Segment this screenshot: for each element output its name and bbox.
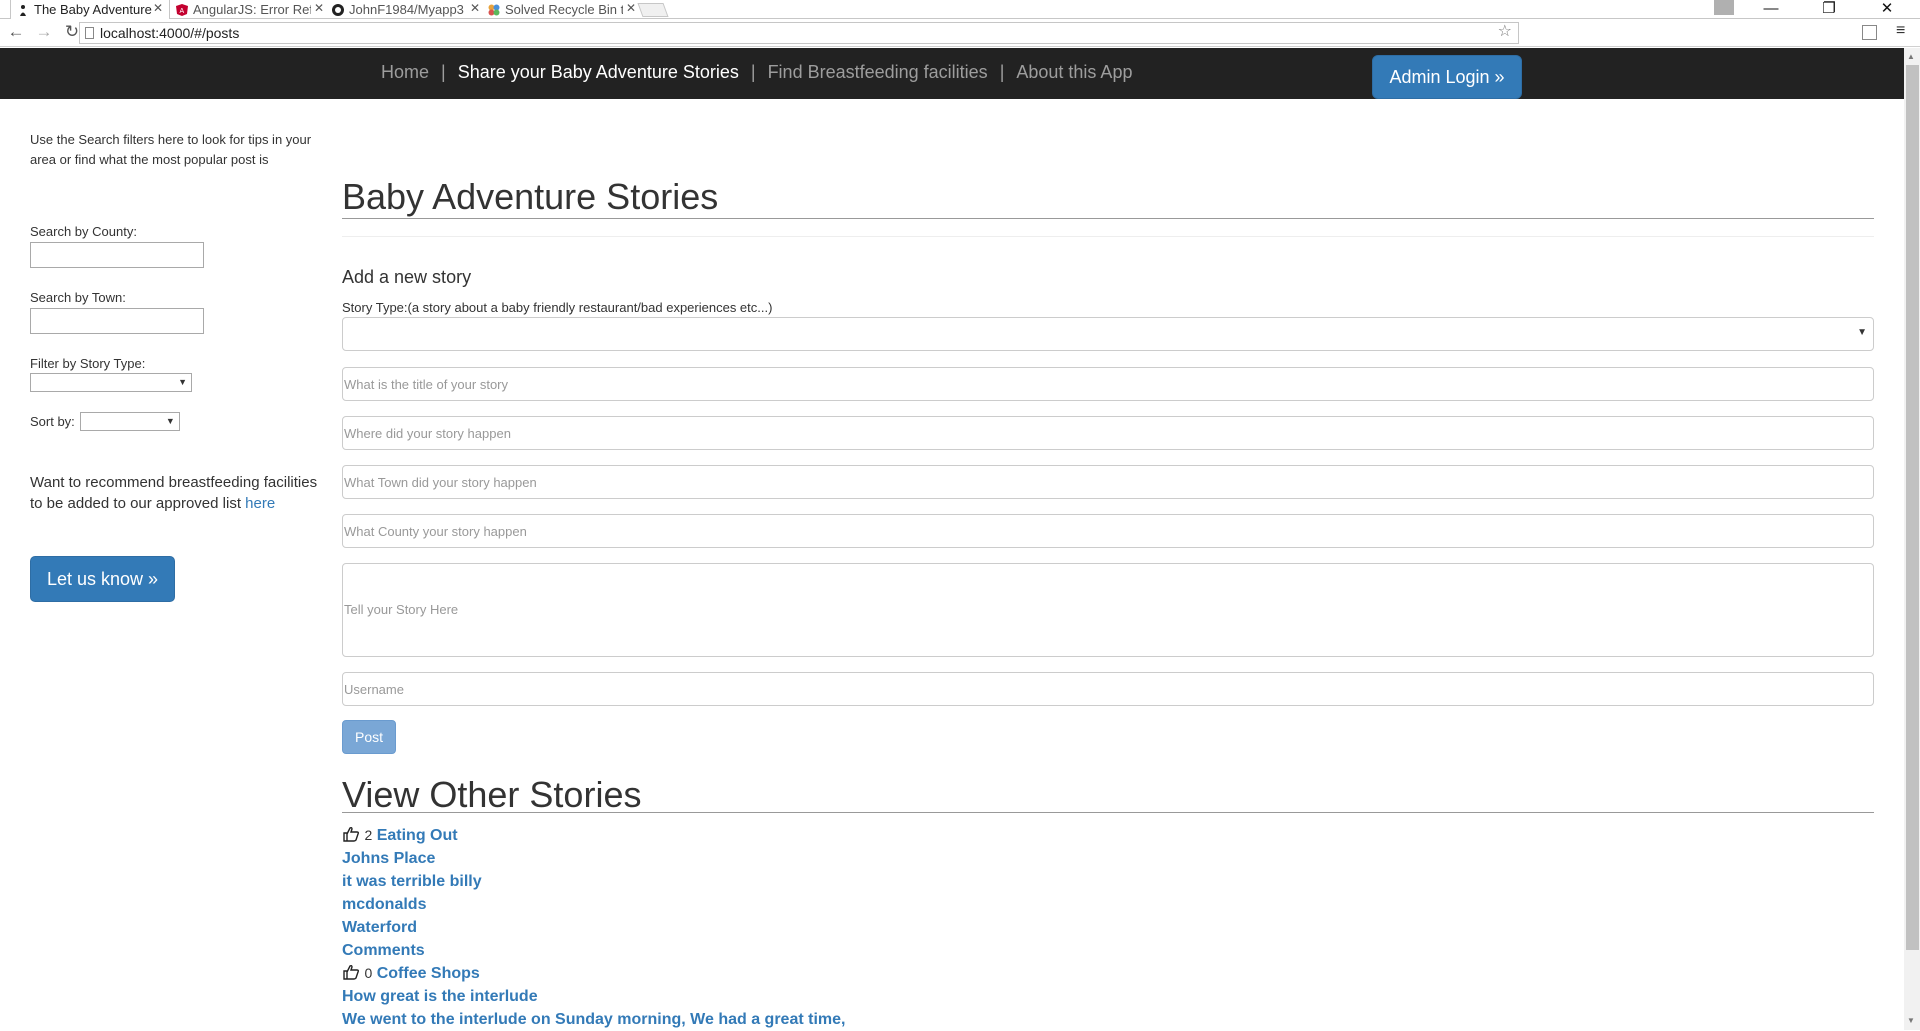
title-divider <box>342 218 1874 219</box>
nav-separator: | <box>441 62 446 82</box>
let-us-know-button[interactable]: Let us know » <box>30 556 175 602</box>
story-county-input[interactable] <box>342 514 1874 548</box>
scrollbar-thumb[interactable] <box>1906 65 1919 950</box>
like-count: 0 <box>364 965 373 981</box>
like-count: 2 <box>364 827 373 843</box>
page-icon <box>85 27 94 39</box>
tab-title: Solved Recycle Bin to <box>505 2 623 17</box>
town-filter: Search by Town: <box>30 290 204 334</box>
back-icon[interactable]: ← <box>6 22 26 42</box>
recommend-text: Want to recommend breastfeeding faciliti… <box>30 472 320 514</box>
thumbs-up-icon[interactable] <box>342 826 360 842</box>
search-sidebar: Use the Search filters here to look for … <box>30 130 320 602</box>
close-icon[interactable]: ✕ <box>314 1 324 15</box>
menu-icon[interactable]: ≡ <box>1896 22 1905 40</box>
solved-icon <box>488 4 500 16</box>
story-town-input[interactable] <box>342 465 1874 499</box>
restore-icon[interactable]: ❐ <box>1806 0 1852 19</box>
county-filter: Search by County: <box>30 224 204 268</box>
story-location-link[interactable]: mcdonalds <box>342 893 1874 916</box>
svg-text:A: A <box>180 8 185 15</box>
town-label: Search by Town: <box>30 290 126 305</box>
bookmark-star-icon[interactable]: ☆ <box>1498 22 1512 42</box>
site-navbar: Home | Share your Baby Adventure Stories | F… <box>0 48 1904 99</box>
town-search-input[interactable] <box>30 308 204 334</box>
county-label: Search by County: <box>30 224 137 239</box>
close-icon[interactable]: ✕ <box>153 1 163 15</box>
story-place-link[interactable]: Johns Place <box>342 847 1874 870</box>
view-stories-divider <box>342 812 1874 813</box>
view-stories-heading: View Other Stories <box>342 774 642 815</box>
tab-solved[interactable]: Solved Recycle Bin to ✕ <box>482 0 642 19</box>
story-type-label: Story Type:(a story about a baby friendl… <box>342 300 773 315</box>
stories-list: 2 Eating Out Johns Place it was terrible… <box>342 824 1874 1031</box>
story-type-filter: Filter by Story Type: ▼ <box>30 356 192 395</box>
nav-about[interactable]: About this App <box>1016 62 1132 82</box>
nav-share-stories[interactable]: Share your Baby Adventure Stories <box>458 62 739 82</box>
story-title-input[interactable] <box>342 367 1874 401</box>
recommend-here-link[interactable]: here <box>245 495 275 512</box>
admin-login-button[interactable]: Admin Login » <box>1372 55 1522 99</box>
dropdown-arrow-icon: ▼ <box>165 416 175 426</box>
tab-angularjs[interactable]: A AngularJS: Error Refe ✕ <box>170 0 330 19</box>
nav-links: Home | Share your Baby Adventure Stories | F… <box>381 62 1132 83</box>
github-icon <box>332 3 344 16</box>
close-icon[interactable]: ✕ <box>470 1 480 15</box>
sort-filter: Sort by: ▼ <box>30 412 180 431</box>
story-title-link[interactable]: it was terrible billy <box>342 870 1874 893</box>
thumbs-up-icon[interactable] <box>342 964 360 980</box>
dropdown-arrow-icon: ▼ <box>1857 327 1867 338</box>
nav-breastfeeding[interactable]: Find Breastfeeding facilities <box>768 62 988 82</box>
sort-label: Sort by: <box>30 414 75 429</box>
nav-home[interactable]: Home <box>381 62 429 82</box>
post-button[interactable]: Post <box>342 720 396 754</box>
scroll-up-icon[interactable]: ▲ <box>1907 52 1915 61</box>
tab-title: AngularJS: Error Refe <box>193 2 311 17</box>
story-type-link[interactable]: Coffee Shops <box>377 965 480 982</box>
url-text: localhost:4000/#/posts <box>100 25 240 41</box>
story-comments-link[interactable]: Comments <box>342 939 1874 962</box>
minimize-icon[interactable]: — <box>1748 0 1794 19</box>
nav-separator: | <box>999 62 1005 82</box>
dropdown-arrow-icon: ▼ <box>178 377 187 387</box>
address-bar[interactable]: localhost:4000/#/posts ☆ <box>79 22 1519 44</box>
story-body-textarea[interactable] <box>342 563 1874 657</box>
tab-github[interactable]: JohnF1984/Myapp3 ✕ <box>326 0 486 19</box>
angular-icon: A <box>176 3 188 16</box>
story-type-select[interactable]: ▼ <box>30 373 192 392</box>
story-type-filter-label: Filter by Story Type: <box>30 356 146 371</box>
page-title: Baby Adventure Stories <box>342 176 719 217</box>
profile-icon[interactable] <box>1714 0 1734 15</box>
browser-tabstrip: The Baby Adventure ✕ A AngularJS: Error … <box>0 0 1920 19</box>
sidebar-intro: Use the Search filters here to look for … <box>30 132 312 167</box>
story-type-dropdown[interactable]: ▼ <box>342 317 1874 351</box>
story-place-link[interactable]: How great is the interlude <box>342 985 1874 1008</box>
tab-title: The Baby Adventure <box>34 2 152 17</box>
title-divider-light <box>342 236 1874 237</box>
browser-toolbar: ← → ↻ localhost:4000/#/posts ☆ ≡ <box>0 20 1920 47</box>
tab-title: JohnF1984/Myapp3 <box>349 2 464 17</box>
scroll-down-icon[interactable]: ▼ <box>1907 1016 1915 1025</box>
tab-baby-adventure[interactable]: The Baby Adventure ✕ <box>10 0 170 19</box>
story-type-row: 2 Eating Out <box>342 824 1874 847</box>
forward-icon[interactable]: → <box>34 22 54 42</box>
window-close-icon[interactable]: ✕ <box>1864 0 1910 19</box>
nav-separator: | <box>750 62 756 82</box>
baby-icon <box>17 4 29 16</box>
county-search-input[interactable] <box>30 242 204 268</box>
story-type-link[interactable]: Eating Out <box>377 827 458 844</box>
extension-icon[interactable] <box>1862 25 1877 40</box>
story-location-input[interactable] <box>342 416 1874 450</box>
sort-select[interactable]: ▼ <box>79 412 180 431</box>
story-title-link[interactable]: We went to the interlude on Sunday morni… <box>342 1008 1874 1031</box>
story-county-link[interactable]: Waterford <box>342 916 1874 939</box>
story-type-row: 0 Coffee Shops <box>342 962 1874 985</box>
new-tab-button[interactable] <box>637 3 669 17</box>
close-icon[interactable]: ✕ <box>626 1 636 15</box>
username-input[interactable] <box>342 672 1874 706</box>
add-story-heading: Add a new story <box>342 267 472 287</box>
